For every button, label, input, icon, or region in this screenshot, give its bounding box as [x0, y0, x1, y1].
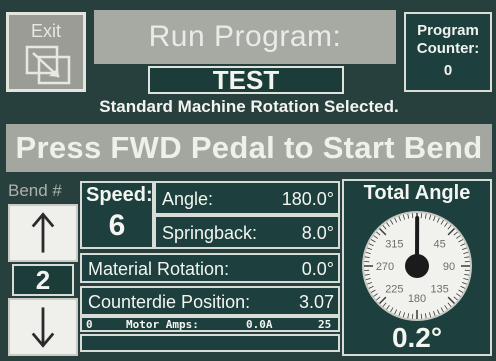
exit-icon — [25, 45, 71, 85]
motor-amps-scale — [80, 316, 340, 332]
arrow-down-icon — [31, 307, 55, 348]
dial-label: 90 — [443, 261, 455, 273]
dial-label: 135 — [430, 284, 448, 296]
material-rotation-value: 0.0° — [301, 259, 334, 279]
program-counter-label-1: Program — [417, 22, 479, 39]
dial-label: 45 — [434, 238, 446, 250]
counterdie-position-value: 3.07 — [298, 292, 334, 312]
dial-label: 270 — [376, 261, 394, 273]
exit-button[interactable]: Exit — [6, 12, 86, 92]
total-angle-title: Total Angle — [363, 182, 471, 204]
springback-label: Springback: — [162, 223, 258, 243]
speed-value: 6 — [108, 209, 126, 242]
dial-label: 180 — [408, 293, 426, 305]
angle-label: Angle: — [162, 189, 214, 209]
run-program-title: Run Program: — [94, 10, 396, 64]
total-angle-value: 0.2° — [391, 322, 443, 353]
bend-up-button[interactable] — [8, 204, 78, 262]
springback-value: 8.0° — [301, 223, 334, 243]
total-angle-dial: 315 45 270 90 225 135 180 — [362, 211, 472, 321]
dial-label: 315 — [385, 238, 403, 250]
program-counter-label-2: Counter: — [416, 40, 480, 57]
bend-number-label: Bend # — [8, 181, 62, 200]
dial-label: 225 — [385, 284, 403, 296]
dial-hub — [405, 254, 429, 278]
arrow-up-icon — [31, 212, 55, 253]
motor-amps-value: 0.0A — [246, 318, 273, 331]
bend-number-value: 2 — [12, 264, 74, 296]
motor-amps-label: Motor Amps: — [126, 318, 199, 331]
instruction-banner: Press FWD Pedal to Start Bend — [6, 124, 492, 172]
program-name: TEST — [148, 66, 344, 94]
motor-amps-bar — [80, 334, 340, 352]
material-rotation-label: Material Rotation: — [88, 259, 230, 279]
motor-amps-max: 25 — [318, 318, 332, 331]
rotation-status: Standard Machine Rotation Selected. — [99, 97, 399, 116]
angle-value: 180.0° — [281, 189, 334, 209]
exit-label: Exit — [30, 21, 61, 41]
bend-down-button[interactable] — [8, 298, 78, 356]
counterdie-position-label: Counterdie Position: — [88, 292, 251, 312]
program-counter: Program Counter: 0 — [404, 12, 492, 92]
program-counter-value: 0 — [443, 62, 453, 79]
speed-label: Speed: — [86, 184, 153, 206]
motor-amps-min: 0 — [86, 318, 93, 331]
